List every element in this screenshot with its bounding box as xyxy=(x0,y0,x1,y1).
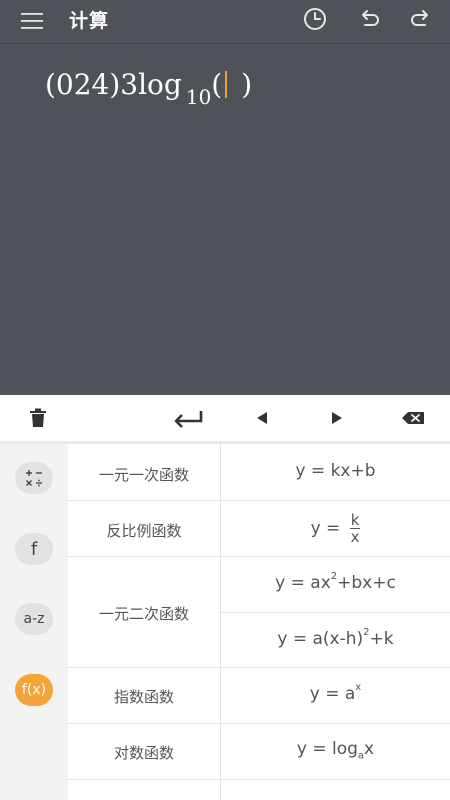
trash-icon[interactable] xyxy=(28,405,48,431)
open-paren: ( xyxy=(211,68,223,101)
log-text: y = log xyxy=(296,739,358,759)
exponential-exponent: x xyxy=(355,682,362,694)
row-divider xyxy=(68,556,450,557)
close-paren: ) xyxy=(241,68,253,101)
fraction-denominator: x xyxy=(350,528,360,546)
quadratic-standard-exponent: 2 xyxy=(330,571,338,583)
menu-icon[interactable] xyxy=(20,9,44,33)
formula-table: 一元一次函数 y = kx+b 反比例函数 y = kx 一元二次函数 y = … xyxy=(68,444,450,800)
expression-display[interactable]: (024)3log 10() xyxy=(0,44,450,395)
category-function[interactable]: f xyxy=(15,533,53,565)
page-title: 计算 xyxy=(69,10,110,32)
quadratic-function-name: 一元二次函数 xyxy=(98,605,189,623)
redo-icon[interactable] xyxy=(408,6,434,32)
formula-icon: f(x) xyxy=(21,682,47,698)
quadratic-standard-formula[interactable]: y = ax2+bx+c xyxy=(221,571,450,593)
quadratic-vertex-rest: +k xyxy=(369,629,394,649)
undo-icon[interactable] xyxy=(356,6,382,32)
backspace-icon[interactable] xyxy=(400,405,426,431)
quadratic-vertex-formula[interactable]: y = a(x-h)2+k xyxy=(221,627,450,649)
exponential-function-formula[interactable]: y = ax xyxy=(221,682,450,704)
row-divider xyxy=(68,723,450,724)
edit-toolbar xyxy=(0,395,450,441)
inverse-function-formula[interactable]: y = kx xyxy=(221,512,450,545)
fraction-numerator: k xyxy=(349,511,361,529)
category-arithmetic[interactable] xyxy=(15,462,53,494)
text-cursor xyxy=(225,71,228,98)
log-base: 10 xyxy=(185,85,212,109)
category-formula[interactable]: f(x) xyxy=(15,674,53,706)
arithmetic-icon xyxy=(26,470,42,487)
quadratic-vertex-exponent: 2 xyxy=(363,627,370,639)
enter-icon[interactable] xyxy=(172,405,204,431)
function-icon: f xyxy=(30,538,38,560)
history-icon[interactable] xyxy=(302,6,328,32)
fraction: kx xyxy=(349,511,361,546)
logarithmic-function-name: 对数函数 xyxy=(113,744,174,762)
category-variables[interactable]: a-z xyxy=(15,603,53,635)
quadratic-standard-part: y = ax xyxy=(275,573,331,593)
variables-icon: a-z xyxy=(23,611,45,627)
category-sidebar: f a-z f(x) xyxy=(0,444,68,800)
left-arrow-icon[interactable] xyxy=(254,405,270,431)
log-argument: x xyxy=(364,739,375,759)
app-header: 计算 xyxy=(0,0,450,44)
row-divider xyxy=(221,612,450,613)
quadratic-vertex-part: y = a(x-h) xyxy=(277,629,364,649)
row-divider xyxy=(68,667,450,668)
exponential-function-name: 指数函数 xyxy=(113,688,174,706)
expression-main: (024)3log xyxy=(45,68,182,101)
linear-function-name: 一元一次函数 xyxy=(98,466,189,484)
right-arrow-icon[interactable] xyxy=(329,405,345,431)
quadratic-standard-rest: +bx+c xyxy=(337,573,396,593)
row-divider xyxy=(68,779,450,780)
linear-function-formula[interactable]: y = kx+b xyxy=(221,461,450,481)
inverse-function-name: 反比例函数 xyxy=(106,522,182,540)
row-divider xyxy=(68,500,450,501)
logarithmic-function-formula[interactable]: y = logax xyxy=(221,739,450,761)
exponential-base: y = a xyxy=(309,684,356,704)
inverse-prefix: y = xyxy=(310,518,346,539)
expression-text[interactable]: (024)3log 10() xyxy=(45,68,253,109)
